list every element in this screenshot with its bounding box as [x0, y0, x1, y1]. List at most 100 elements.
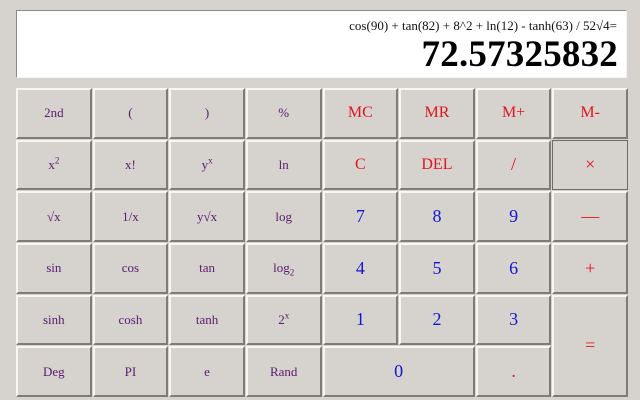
memory-subtract-label: M-: [580, 104, 600, 122]
tanh-label: tanh: [195, 311, 219, 327]
degree-mode-label: Deg: [42, 363, 65, 379]
digit-8-button[interactable]: 8: [399, 191, 475, 242]
calculator-display: cos(90) + tan(82) + 8^2 + ln(12) - tanh(…: [16, 10, 627, 78]
close-paren-label: ): [204, 105, 210, 121]
digit-3-label: 3: [509, 309, 519, 330]
cosh-label: cosh: [118, 311, 143, 327]
keypad: 2nd ( ) % MC MR M+ M- x2 x! yx ln C DEL …: [16, 88, 628, 397]
open-paren-label: (: [128, 105, 133, 121]
two-power-exponent: x: [284, 310, 290, 321]
divide-label: /: [511, 154, 517, 175]
sinh-label: sinh: [42, 311, 65, 327]
log2-subscript: 2: [289, 267, 295, 278]
log-button[interactable]: log: [245, 191, 322, 242]
reciprocal-button[interactable]: 1/x: [92, 191, 169, 242]
power-label: yx: [202, 155, 213, 173]
square-button[interactable]: x2: [16, 139, 92, 191]
percent-button[interactable]: %: [245, 88, 322, 139]
delete-label: DEL: [421, 155, 453, 173]
euler-label: e: [204, 363, 210, 379]
digit-5-label: 5: [432, 257, 442, 278]
percent-label: %: [278, 105, 290, 121]
cos-button[interactable]: cos: [92, 243, 169, 294]
tan-label: tan: [199, 260, 215, 276]
tanh-button[interactable]: tanh: [169, 294, 245, 346]
plus-label: +: [585, 257, 596, 278]
sinh-button[interactable]: sinh: [16, 294, 92, 346]
nth-root-label: y√x: [196, 208, 218, 224]
result-text: 72.57325832: [421, 34, 618, 75]
clear-label: C: [354, 155, 366, 173]
memory-clear-button[interactable]: MC: [322, 88, 399, 139]
square-root-label: √x: [46, 208, 61, 224]
second-function-button[interactable]: 2nd: [16, 88, 92, 139]
euler-button[interactable]: e: [169, 346, 245, 397]
digit-8-label: 8: [432, 206, 442, 227]
two-power-button[interactable]: 2x: [245, 294, 322, 346]
random-label: Rand: [269, 363, 298, 379]
digit-6-button[interactable]: 6: [475, 243, 552, 294]
minus-button[interactable]: —: [552, 191, 628, 242]
memory-clear-label: MC: [347, 104, 373, 122]
log2-label: log2: [273, 260, 295, 278]
memory-add-button[interactable]: M+: [475, 88, 552, 139]
tan-button[interactable]: tan: [169, 243, 245, 294]
digit-7-button[interactable]: 7: [322, 191, 399, 242]
pi-button[interactable]: PI: [92, 346, 169, 397]
memory-add-label: M+: [501, 104, 526, 122]
second-function-label: 2nd: [44, 105, 64, 121]
digit-0-label: 0: [394, 361, 404, 382]
factorial-label: x!: [125, 156, 136, 172]
close-paren-button[interactable]: ): [169, 88, 245, 139]
cos-label: cos: [121, 260, 140, 276]
square-label: x2: [48, 155, 60, 173]
digit-4-label: 4: [355, 257, 365, 278]
open-paren-button[interactable]: (: [92, 88, 169, 139]
equals-label: =: [585, 335, 596, 356]
memory-recall-label: MR: [424, 104, 450, 122]
digit-9-button[interactable]: 9: [475, 191, 552, 242]
divide-button[interactable]: /: [475, 139, 552, 191]
digit-1-label: 1: [355, 309, 365, 330]
delete-button[interactable]: DEL: [399, 139, 475, 191]
log2-button[interactable]: log2: [245, 243, 322, 294]
digit-3-button[interactable]: 3: [475, 294, 552, 346]
natural-log-label: ln: [278, 156, 289, 172]
sin-button[interactable]: sin: [16, 243, 92, 294]
minus-label: —: [581, 206, 600, 227]
digit-0-button[interactable]: 0: [322, 346, 475, 397]
two-power-label: 2x: [278, 310, 290, 328]
plus-button[interactable]: +: [552, 243, 628, 294]
power-button[interactable]: yx: [169, 139, 245, 191]
clear-button[interactable]: C: [322, 139, 399, 191]
digit-2-button[interactable]: 2: [399, 294, 475, 346]
decimal-label: .: [511, 361, 516, 382]
pi-label: PI: [124, 363, 137, 379]
memory-recall-button[interactable]: MR: [399, 88, 475, 139]
square-exponent: 2: [54, 155, 60, 166]
multiply-button[interactable]: ×: [552, 139, 628, 191]
nth-root-button[interactable]: y√x: [169, 191, 245, 242]
digit-4-button[interactable]: 4: [322, 243, 399, 294]
digit-1-button[interactable]: 1: [322, 294, 399, 346]
digit-5-button[interactable]: 5: [399, 243, 475, 294]
sin-label: sin: [46, 260, 62, 276]
degree-mode-button[interactable]: Deg: [16, 346, 92, 397]
expression-text: cos(90) + tan(82) + 8^2 + ln(12) - tanh(…: [349, 18, 617, 33]
cosh-button[interactable]: cosh: [92, 294, 169, 346]
multiply-label: ×: [585, 154, 596, 175]
random-button[interactable]: Rand: [245, 346, 322, 397]
natural-log-button[interactable]: ln: [245, 139, 322, 191]
square-root-button[interactable]: √x: [16, 191, 92, 242]
reciprocal-label: 1/x: [122, 208, 139, 224]
factorial-button[interactable]: x!: [92, 139, 169, 191]
memory-subtract-button[interactable]: M-: [552, 88, 628, 139]
digit-9-label: 9: [509, 206, 519, 227]
power-exponent: x: [208, 155, 213, 166]
log2-base: log: [273, 260, 290, 276]
decimal-button[interactable]: .: [475, 346, 552, 397]
equals-button[interactable]: =: [552, 294, 628, 397]
digit-2-label: 2: [432, 309, 442, 330]
digit-7-label: 7: [355, 206, 365, 227]
digit-6-label: 6: [509, 257, 519, 278]
